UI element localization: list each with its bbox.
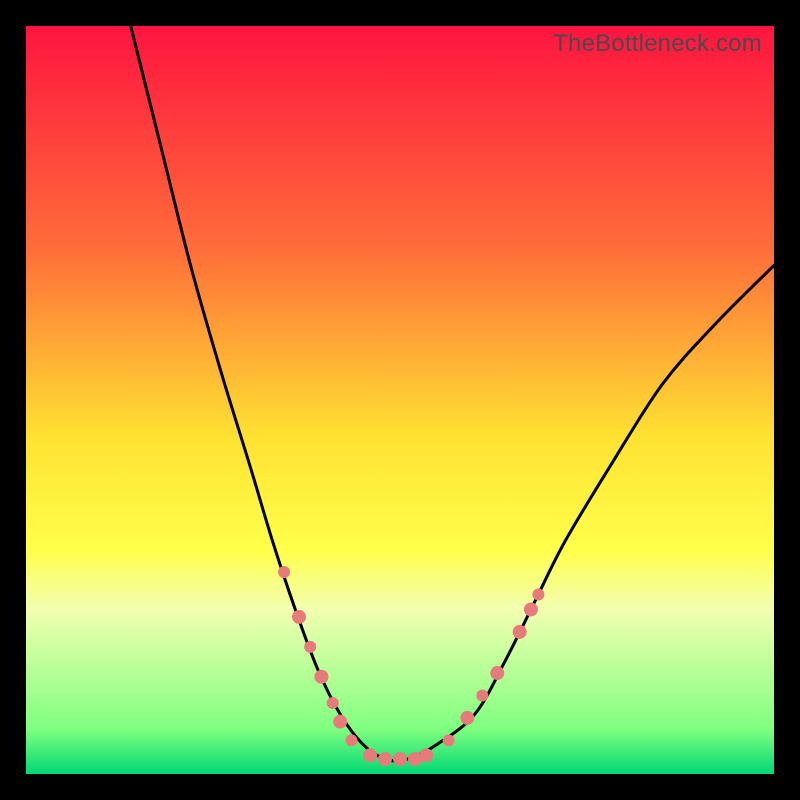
marker-dot [378,752,392,766]
marker-dot [513,625,527,639]
marker-dot [393,752,407,766]
chart-frame: TheBottleneck.com [0,0,800,800]
marker-dot [443,734,455,746]
marker-dot [363,748,377,762]
marker-dot [490,666,504,680]
marker-dot [345,734,357,746]
marker-dot [476,689,488,701]
marker-dot [532,588,544,600]
watermark-text: TheBottleneck.com [553,30,762,58]
marker-dot [314,670,328,684]
marker-dot [524,602,538,616]
marker-dot [419,748,433,762]
plot-area: TheBottleneck.com [26,26,774,774]
chart-svg [26,26,774,774]
marker-dot [304,641,316,653]
marker-dot [278,566,290,578]
marker-dot [333,715,347,729]
gradient-background [26,26,774,774]
marker-dot [292,610,306,624]
marker-dot [327,697,339,709]
marker-dot [460,711,474,725]
